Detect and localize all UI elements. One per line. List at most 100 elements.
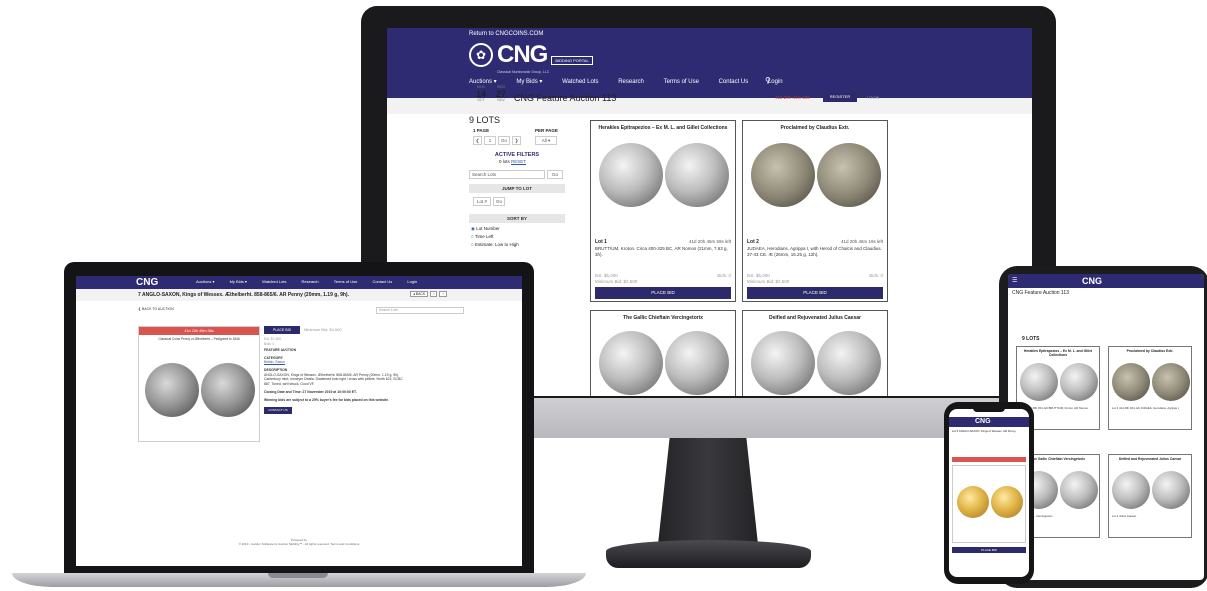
lots-count: 9 LOTS xyxy=(1022,336,1040,342)
cng-logo[interactable]: CNG xyxy=(1082,276,1102,286)
page-input[interactable]: 1 xyxy=(484,136,496,145)
tablet-screen: ☰ CNG CNG Feature Auction 113 9 LOTS Her… xyxy=(1008,274,1204,580)
lot-card[interactable]: The Gallic Chieftain Vercingetorix xyxy=(590,310,736,396)
login-link[interactable]: LOGIN xyxy=(867,95,879,100)
search-lots-input[interactable]: Search Lots xyxy=(469,170,545,179)
lot-card-title: Deified and Rejuvenated Julius Caesar xyxy=(1118,457,1182,461)
lot-card-title: Herakles Epitrapezios – Ex M. L. and Gil… xyxy=(598,125,728,131)
category-value[interactable]: British, Saxon xyxy=(264,360,404,365)
place-bid-button[interactable]: PLACE BID xyxy=(952,547,1026,553)
pager-next-button[interactable]: › xyxy=(439,291,447,297)
nav-contact[interactable]: Contact Us xyxy=(372,279,392,284)
per-page-select[interactable]: All ▾ xyxy=(535,136,557,145)
jump-to-lot-title: JUMP TO LOT xyxy=(469,184,565,193)
coin-obverse-image xyxy=(599,331,663,395)
lot-image-box: 41d 20h 49m 38s Classical Coins Penny of… xyxy=(138,326,260,442)
lot-time-left: 41d 20h 49m 38s xyxy=(139,327,259,335)
nav-terms[interactable]: Terms of Use xyxy=(334,279,358,284)
start-month: OCT xyxy=(477,98,485,103)
coin-obverse-image xyxy=(1112,363,1150,401)
logo-text: CNG xyxy=(497,41,548,68)
sort-option-estimate[interactable]: ○ Estimate: Low to High xyxy=(471,242,519,247)
site-header: CNG Auctions ▾ My Bids ▾ Watched Lots Re… xyxy=(76,276,522,289)
nav-contact[interactable]: Contact Us xyxy=(719,79,749,85)
lot-image-caption: Classical Coins Penny of Æthelberht – Pe… xyxy=(158,337,240,341)
auction-title: CNG Feature Auction 113 xyxy=(514,93,617,103)
nav-research[interactable]: Research xyxy=(618,79,644,85)
nav-terms[interactable]: Terms of Use xyxy=(664,79,699,85)
place-bid-button[interactable]: PLACE BID xyxy=(595,287,731,299)
main-nav: Auctions ▾ My Bids ▾ Watched Lots Resear… xyxy=(196,279,431,284)
device-showcase: Return to CNGCOINS.COM ✿ CNG BIDDING POR… xyxy=(0,0,1207,591)
lot-number: Lot 1 xyxy=(595,239,607,245)
lot-card[interactable]: Herakles Epitrapezios – Ex M. L. and Gil… xyxy=(590,120,736,302)
coin-obverse-image xyxy=(599,143,663,207)
lot-card[interactable]: Deified and Rejuvenated Julius Caesar xyxy=(742,310,888,396)
coin-reverse-image xyxy=(665,331,729,395)
nav-login[interactable]: Login xyxy=(407,279,417,284)
buyer-fee-text: Winning bids are subject to a 20% buyer'… xyxy=(264,397,389,402)
lot-title: Lot 5 ANGLO-SAXON, Kings of Wessex. AR P… xyxy=(952,429,1017,433)
sort-option-time-left[interactable]: ○ Time Left xyxy=(471,234,493,239)
nav-my-bids[interactable]: My Bids ▾ xyxy=(230,279,247,284)
search-lots-input[interactable]: Search Lots xyxy=(376,307,464,314)
cng-logo[interactable]: CNG xyxy=(975,418,991,425)
coin-reverse-image[interactable] xyxy=(991,486,1023,518)
active-filters-line: 0 lots RESET xyxy=(499,159,526,164)
portal-badge: BIDDING PORTAL xyxy=(551,55,593,65)
register-button[interactable]: REGISTER xyxy=(823,92,857,102)
lots-count: 9 LOTS xyxy=(469,115,501,125)
coin-reverse-image xyxy=(1060,471,1098,509)
coin-reverse-image xyxy=(665,143,729,207)
lot-min-bid: Minimum Bid: $2,500 xyxy=(595,279,638,284)
lot-estimate: Est. $5,000 xyxy=(595,273,618,278)
contact-us-button[interactable]: CONTACT US xyxy=(264,406,292,414)
menu-icon[interactable]: ☰ xyxy=(1012,277,1017,284)
lot-card[interactable]: Proclaimed by Claudius Extr. Lot 2 41d 2… xyxy=(742,120,888,302)
pager-back-button[interactable]: ◂ BACK xyxy=(410,291,429,297)
reset-filters-link[interactable]: RESET xyxy=(511,159,526,164)
place-bid-button[interactable]: PLACE BID xyxy=(747,287,883,299)
sort-option-lot-number[interactable]: ◉ Lot Number xyxy=(471,226,500,232)
monitor-stand-neck xyxy=(657,438,759,548)
cng-logo[interactable]: CNG xyxy=(136,277,158,288)
lot-card[interactable]: Deified and Rejuvenated Julius Caesar Lo… xyxy=(1108,454,1192,538)
lot-card-title: Herakles Epitrapezios – Ex M. L. and Gil… xyxy=(1023,349,1093,357)
lot-time-left: 41d 20h 45m 59s left xyxy=(688,239,731,244)
nav-watched-lots[interactable]: Watched Lots xyxy=(562,79,598,85)
jump-lot-input[interactable]: Lot # xyxy=(473,197,491,206)
logo-tagline: Classical Numismatic Group, LLC xyxy=(497,70,550,74)
closing-text: Closing Date and Time: 27 November 2019 … xyxy=(264,390,357,395)
coin-reverse-image xyxy=(1060,363,1098,401)
lot-time-left: 41d 20h 46m 19s left xyxy=(840,239,883,244)
search-icon[interactable]: ⚲ xyxy=(765,76,771,85)
lot-card[interactable]: Proclaimed by Claudius Extr. Lot 2 41d 2… xyxy=(1108,346,1192,430)
nav-auctions[interactable]: Auctions ▾ xyxy=(469,78,497,85)
page-go-button[interactable]: Go xyxy=(498,136,510,145)
pager-prev-button[interactable]: ‹ xyxy=(430,291,438,297)
coin-reverse-image xyxy=(817,143,881,207)
back-to-auction-link[interactable]: ❮ BACK TO AUCTION xyxy=(138,307,174,311)
page-label: 1 PAGE xyxy=(473,128,490,133)
next-page-button[interactable]: ❯ xyxy=(512,136,521,145)
coin-obverse-image[interactable] xyxy=(145,363,199,417)
lot-card-title: Proclaimed by Claudius Extr. xyxy=(1126,349,1174,353)
coin-obverse-image xyxy=(1112,471,1150,509)
auction-time-left: 41d 20h 44m 19s xyxy=(775,95,810,100)
nav-auctions[interactable]: Auctions ▾ xyxy=(196,279,214,284)
nav-watched-lots[interactable]: Watched Lots xyxy=(262,279,286,284)
search-go-button[interactable]: Go xyxy=(547,170,563,179)
lot-description: ANGLO-SAXON, Kings of Wessex. Æthelberht… xyxy=(264,372,403,386)
lot-card-title: Proclaimed by Claudius Extr. xyxy=(780,125,850,131)
return-link[interactable]: Return to CNGCOINS.COM xyxy=(469,31,543,37)
radio-icon: ○ xyxy=(471,242,474,247)
coin-obverse-image[interactable] xyxy=(957,486,989,518)
cng-logo[interactable]: ✿ CNG BIDDING PORTAL xyxy=(469,41,593,68)
jump-go-button[interactable]: Go xyxy=(493,197,505,206)
sort-option-label: Time Left xyxy=(474,234,494,239)
coin-reverse-image xyxy=(817,331,881,395)
coin-reverse-image[interactable] xyxy=(201,363,255,417)
nav-my-bids[interactable]: My Bids ▾ xyxy=(516,78,542,85)
prev-page-button[interactable]: ❮ xyxy=(473,136,482,145)
nav-research[interactable]: Research xyxy=(302,279,319,284)
